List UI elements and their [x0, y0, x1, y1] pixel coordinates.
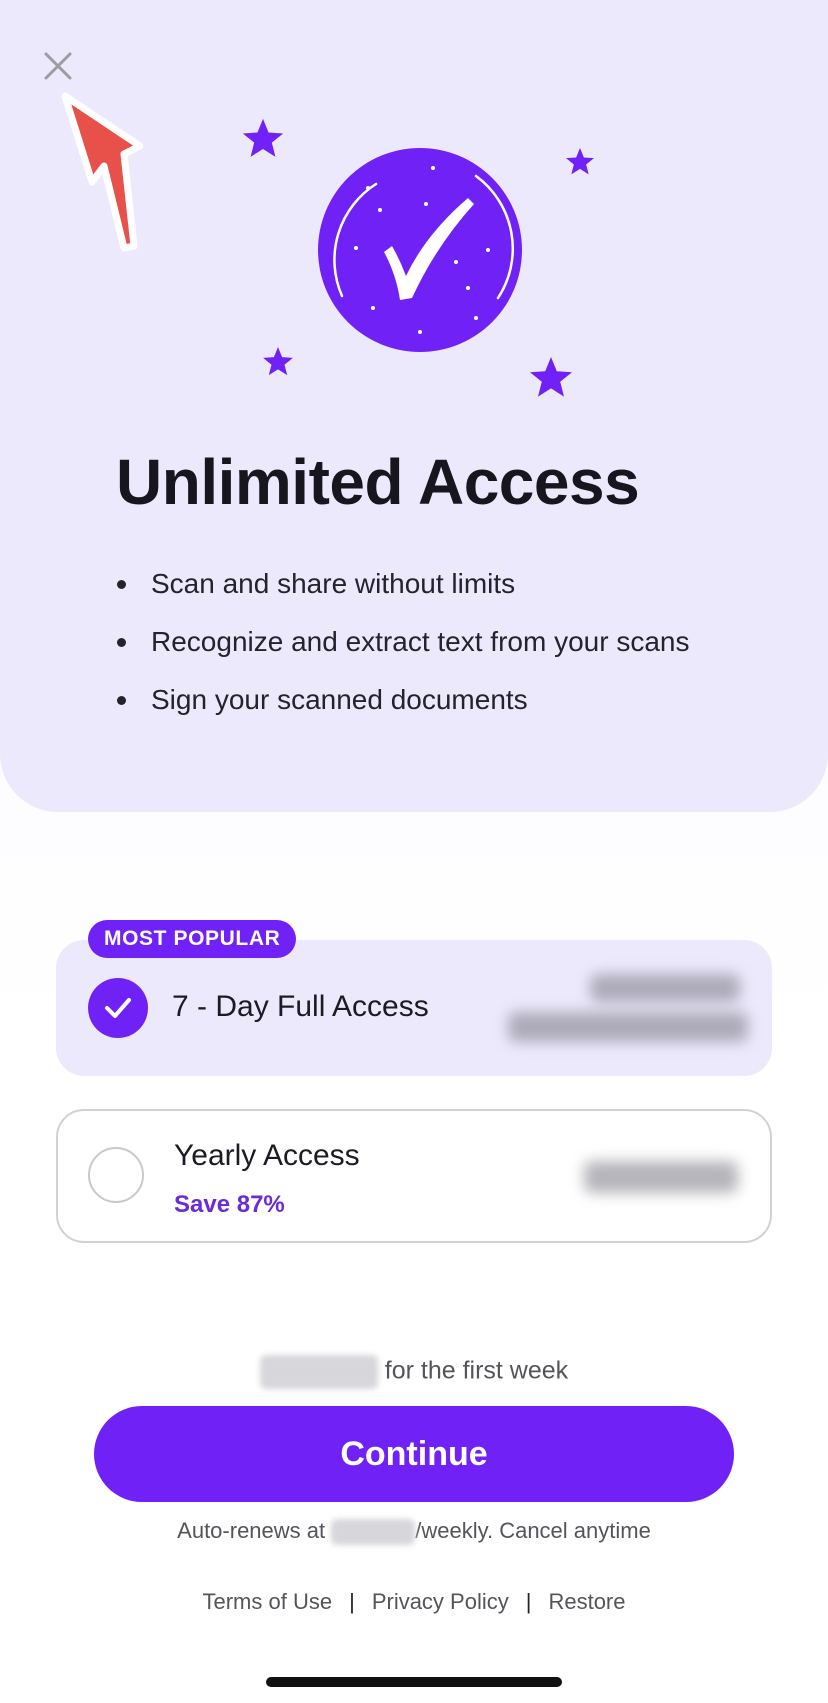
- footer-separator: |: [349, 1589, 355, 1614]
- plan-price-redacted: [584, 1161, 738, 1193]
- page-title: Unlimited Access: [116, 446, 640, 518]
- radio-checked-icon[interactable]: [88, 978, 148, 1038]
- intro-price-line: for the first week: [0, 1355, 828, 1389]
- red-arrow-annotation: [61, 92, 144, 252]
- home-indicator: [266, 1677, 562, 1687]
- footer-links: Terms of Use | Privacy Policy | Restore: [0, 1589, 828, 1615]
- checkmark-icon: [105, 998, 131, 1018]
- intro-price-redacted: [259, 1355, 378, 1389]
- renewal-suffix: /weekly. Cancel anytime: [415, 1518, 651, 1543]
- radio-unchecked-icon[interactable]: [88, 1147, 144, 1203]
- star-icon: [566, 148, 594, 175]
- feature-item: Scan and share without limits: [116, 564, 689, 622]
- feature-item: Recognize and extract text from your sca…: [116, 622, 689, 680]
- checkmark-badge-icon: [318, 148, 522, 352]
- plan-name: 7 - Day Full Access: [172, 990, 429, 1023]
- plan-price-redacted: [590, 974, 740, 1002]
- footer-separator: |: [525, 1589, 532, 1614]
- plan-price-redacted: [508, 1012, 748, 1042]
- plan-savings-label: Save 87%: [174, 1191, 285, 1218]
- plan-name: Yearly Access: [174, 1139, 360, 1172]
- renewal-notice: Auto-renews at /weekly. Cancel anytime: [0, 1518, 828, 1546]
- terms-of-use-link[interactable]: Terms of Use: [203, 1589, 333, 1615]
- restore-link[interactable]: Restore: [548, 1589, 625, 1615]
- star-icon: [242, 118, 284, 157]
- feature-list: Scan and share without limits Recognize …: [116, 564, 689, 738]
- feature-item: Sign your scanned documents: [116, 680, 689, 738]
- plan-option-weekly[interactable]: 7 - Day Full Access: [56, 940, 772, 1076]
- close-icon: [44, 52, 72, 80]
- most-popular-badge: MOST POPULAR: [88, 920, 297, 958]
- star-icon: [263, 347, 293, 376]
- renewal-prefix: Auto-renews at: [177, 1518, 326, 1543]
- close-button[interactable]: [36, 44, 80, 88]
- star-icon: [530, 357, 572, 397]
- intro-price-suffix: for the first week: [384, 1356, 569, 1385]
- privacy-policy-link[interactable]: Privacy Policy: [372, 1589, 509, 1615]
- renewal-price-redacted: [331, 1519, 416, 1546]
- plan-option-yearly[interactable]: Yearly Access Save 87%: [56, 1109, 772, 1243]
- continue-button[interactable]: Continue: [94, 1406, 734, 1502]
